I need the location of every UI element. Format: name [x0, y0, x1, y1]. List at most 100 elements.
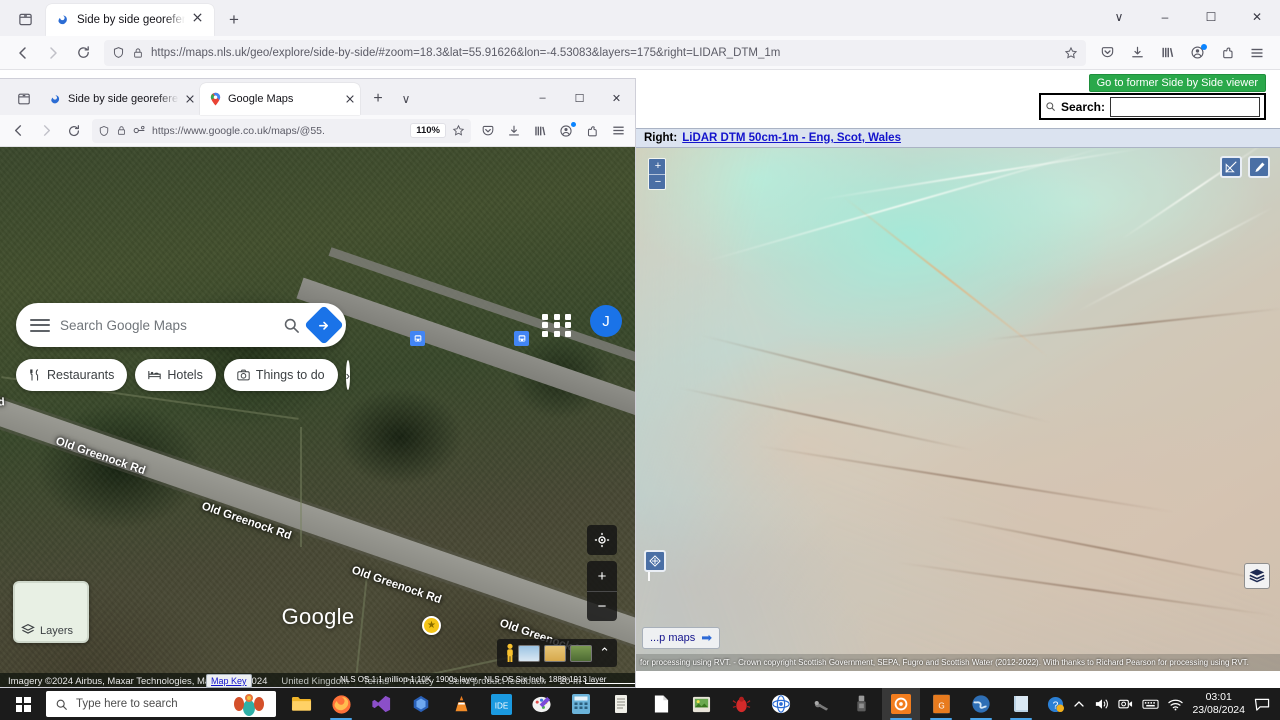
window-chevron-icon[interactable]: ∨	[1096, 0, 1142, 34]
inner-reload-icon[interactable]	[60, 118, 88, 144]
zoom-in-button[interactable]: +	[587, 561, 617, 591]
star-bookmark-icon[interactable]	[1064, 46, 1078, 60]
inner-account-icon[interactable]	[553, 118, 579, 144]
inner-minimize-button[interactable]: –	[524, 83, 561, 113]
layers-button[interactable]: Layers	[13, 581, 89, 643]
photo-editor-icon[interactable]	[682, 688, 720, 720]
search-input[interactable]: Search Google Maps	[60, 318, 273, 333]
starred-place-marker[interactable]: ★	[422, 616, 441, 635]
outer-tab-side-by-side[interactable]: Side by side georeferenced map	[46, 4, 214, 36]
back-arrow-icon[interactable]	[8, 39, 38, 67]
inner-lock-icon[interactable]	[116, 125, 127, 136]
locate-icon[interactable]	[587, 525, 617, 555]
chips-next-button[interactable]: ›	[345, 360, 350, 390]
bus-stop-marker-1[interactable]	[410, 331, 425, 346]
inner-menu-icon[interactable]	[605, 118, 631, 144]
zoom-out-button[interactable]: −	[587, 591, 617, 621]
search-icon[interactable]	[283, 317, 300, 334]
right-layer-link[interactable]: LiDAR DTM 50cm-1m - Eng, Scot, Wales	[682, 132, 901, 144]
inner-extensions-icon[interactable]	[579, 118, 605, 144]
pocket-icon[interactable]	[1092, 39, 1122, 67]
earth-icon[interactable]	[962, 688, 1000, 720]
google-maps-link-button[interactable]: ...p maps ➡	[642, 627, 721, 649]
inner-downloads-icon[interactable]	[501, 118, 527, 144]
orange-app-icon[interactable]	[882, 688, 920, 720]
vlc-icon[interactable]	[442, 688, 480, 720]
account-icon[interactable]	[1182, 39, 1212, 67]
nls-search-input[interactable]	[1110, 96, 1260, 117]
directions-icon[interactable]	[304, 305, 344, 345]
atom-icon[interactable]	[762, 688, 800, 720]
close-button[interactable]: ✕	[1234, 0, 1280, 34]
lock-icon[interactable]	[132, 47, 144, 59]
maximize-button[interactable]: ☐	[1188, 0, 1234, 34]
windows-start-icon[interactable]	[0, 688, 46, 720]
visual-studio-icon[interactable]	[362, 688, 400, 720]
avatar[interactable]: J	[590, 305, 622, 337]
inner-pocket-icon[interactable]	[475, 118, 501, 144]
usb-icon[interactable]	[842, 688, 880, 720]
expand-chevron-icon[interactable]: ⌃	[599, 645, 610, 661]
taskbar-clock[interactable]: 03:01 23/08/2024	[1192, 691, 1245, 717]
keyboard-icon[interactable]	[1142, 698, 1160, 710]
inner-close-button[interactable]: ✕	[598, 83, 635, 113]
chip-restaurants[interactable]: Restaurants	[16, 359, 128, 391]
camera-icon[interactable]	[1118, 697, 1133, 711]
inner-library-icon[interactable]	[527, 118, 553, 144]
inner-tab-list-icon[interactable]	[10, 86, 38, 112]
inner-address-bar[interactable]: https://www.google.co.uk/maps/@55. 110%	[92, 118, 471, 143]
gimp-icon[interactable]: G	[922, 688, 960, 720]
layers-stack-icon[interactable]	[1244, 563, 1270, 589]
document-icon[interactable]	[642, 688, 680, 720]
ide-icon[interactable]: IDE	[482, 688, 520, 720]
directx-icon[interactable]	[402, 688, 440, 720]
new-tab-button[interactable]: +	[220, 6, 248, 34]
close-icon[interactable]	[345, 94, 355, 104]
close-icon[interactable]	[185, 94, 195, 104]
zoom-level-badge[interactable]: 110%	[410, 123, 446, 138]
firefox-icon[interactable]	[322, 688, 360, 720]
measure-area-icon[interactable]	[1220, 156, 1242, 178]
notes-icon[interactable]	[602, 688, 640, 720]
former-viewer-button[interactable]: Go to former Side by Side viewer	[1088, 74, 1266, 92]
crosshair-diamond-icon[interactable]	[644, 550, 666, 572]
inner-forward-arrow-icon[interactable]	[32, 118, 60, 144]
chevron-up-icon[interactable]	[1073, 698, 1085, 710]
downloads-icon[interactable]	[1122, 39, 1152, 67]
lidar-map-canvas[interactable]: + − ...p maps ➡ for processing using RVT…	[636, 148, 1280, 671]
chip-hotels[interactable]: Hotels	[135, 359, 216, 391]
extensions-icon[interactable]	[1212, 39, 1242, 67]
forward-arrow-icon[interactable]	[38, 39, 68, 67]
inner-back-arrow-icon[interactable]	[4, 118, 32, 144]
wifi-icon[interactable]	[1168, 698, 1184, 711]
menu-icon[interactable]	[1242, 39, 1272, 67]
tool-icon[interactable]	[802, 688, 840, 720]
google-maps-viewport[interactable]: Rd Old Greenock Rd Old Greenock Rd Old G…	[0, 147, 635, 687]
minimize-button[interactable]: –	[1142, 0, 1188, 34]
map-thumbnail-satellite[interactable]	[518, 644, 541, 662]
file-explorer-icon[interactable]	[282, 688, 320, 720]
inner-tab-google-maps[interactable]: Google Maps	[200, 83, 360, 115]
map-key-button[interactable]: Map Key	[206, 674, 252, 688]
inner-star-bookmark-icon[interactable]	[452, 124, 465, 137]
pegman-icon[interactable]	[504, 643, 514, 663]
map-thumbnail-default[interactable]	[570, 644, 593, 662]
book-icon[interactable]	[1002, 688, 1040, 720]
lidar-zoom-out-button[interactable]: −	[649, 174, 665, 189]
hamburger-icon[interactable]	[30, 318, 50, 332]
lidar-zoom-in-button[interactable]: +	[649, 159, 665, 174]
apps-grid-icon[interactable]	[542, 309, 574, 341]
map-thumbnail-terrain[interactable]	[544, 644, 567, 662]
reload-icon[interactable]	[68, 39, 98, 67]
chip-things-to-do[interactable]: Things to do	[223, 359, 338, 391]
paint-icon[interactable]	[522, 688, 560, 720]
shield-icon[interactable]	[112, 46, 125, 59]
pencil-edit-icon[interactable]	[1248, 156, 1270, 178]
notification-icon[interactable]	[1254, 697, 1270, 712]
inner-tab-chevron-icon[interactable]: ∨	[392, 85, 420, 113]
volume-icon[interactable]	[1094, 697, 1109, 711]
calculator-icon[interactable]	[562, 688, 600, 720]
permissions-icon[interactable]	[133, 125, 146, 136]
inner-new-tab-button[interactable]: +	[364, 85, 392, 113]
search-bar[interactable]: Search Google Maps	[16, 303, 346, 347]
